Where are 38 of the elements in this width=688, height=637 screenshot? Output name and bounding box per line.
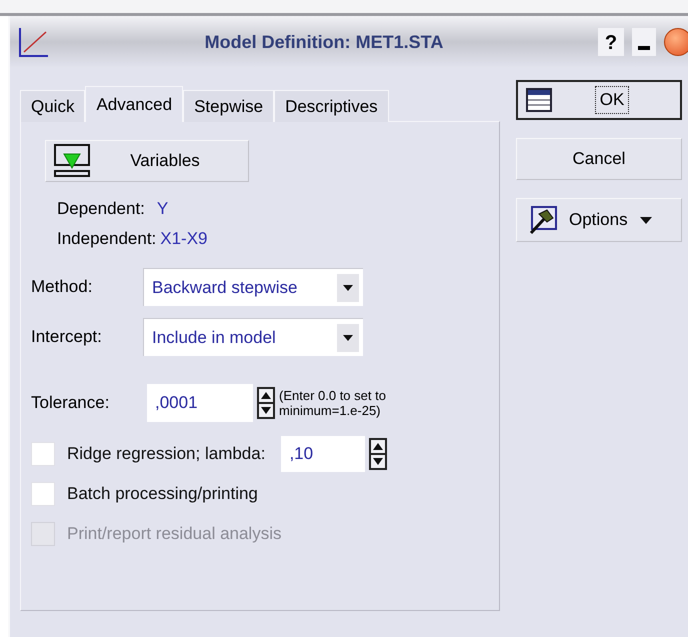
tolerance-field[interactable]: ,0001: [147, 384, 253, 422]
hammer-icon: [529, 206, 557, 234]
checkbox-label: Ridge regression; lambda:: [67, 443, 266, 466]
lambda-field[interactable]: ,10: [281, 436, 366, 472]
variables-button[interactable]: Variables: [45, 140, 249, 182]
close-button[interactable]: [664, 28, 688, 56]
dependent-value: Y: [156, 198, 168, 220]
tolerance-hint: (Enter 0.0 to set to minimum=1.e-25): [279, 388, 387, 418]
checkbox[interactable]: [31, 482, 55, 506]
download-arrow-icon: [54, 144, 90, 178]
intercept-label: Intercept:: [31, 326, 103, 348]
table-icon: [526, 88, 552, 112]
intercept-dropdown[interactable]: Include in model: [143, 318, 363, 356]
tab[interactable]: Stepwise: [183, 90, 274, 122]
independent-value: X1-X9: [160, 228, 208, 250]
dropdown-arrow-icon: [640, 216, 652, 224]
method-label: Method:: [31, 276, 94, 298]
dependent-label: Dependent:: [57, 198, 145, 220]
cancel-button[interactable]: Cancel: [516, 138, 682, 180]
dropdown-arrow-icon: [343, 334, 353, 340]
spinner-arrows-icon[interactable]: [257, 387, 275, 419]
tolerance-label: Tolerance:: [31, 392, 110, 414]
method-dropdown[interactable]: Backward stepwise: [143, 268, 363, 306]
dropdown-arrow-icon: [343, 284, 353, 290]
ok-button[interactable]: OK: [516, 80, 682, 120]
tab[interactable]: Descriptives: [274, 90, 389, 122]
spinner-arrows-icon[interactable]: [369, 436, 388, 472]
tab[interactable]: Quick: [20, 90, 86, 122]
minimize-button[interactable]: [632, 28, 656, 56]
checkbox[interactable]: [31, 442, 55, 466]
checkbox-label: Batch processing/printing: [67, 483, 258, 506]
options-button[interactable]: Options: [516, 198, 682, 242]
independent-label: Independent:: [57, 228, 156, 250]
checkbox-label: Print/report residual analysis: [67, 523, 282, 546]
tab[interactable]: Advanced: [85, 86, 184, 122]
window-title: Model Definition: MET1.STA: [204, 30, 444, 54]
help-button[interactable]: ?: [598, 28, 624, 56]
chart-icon: [18, 26, 50, 58]
